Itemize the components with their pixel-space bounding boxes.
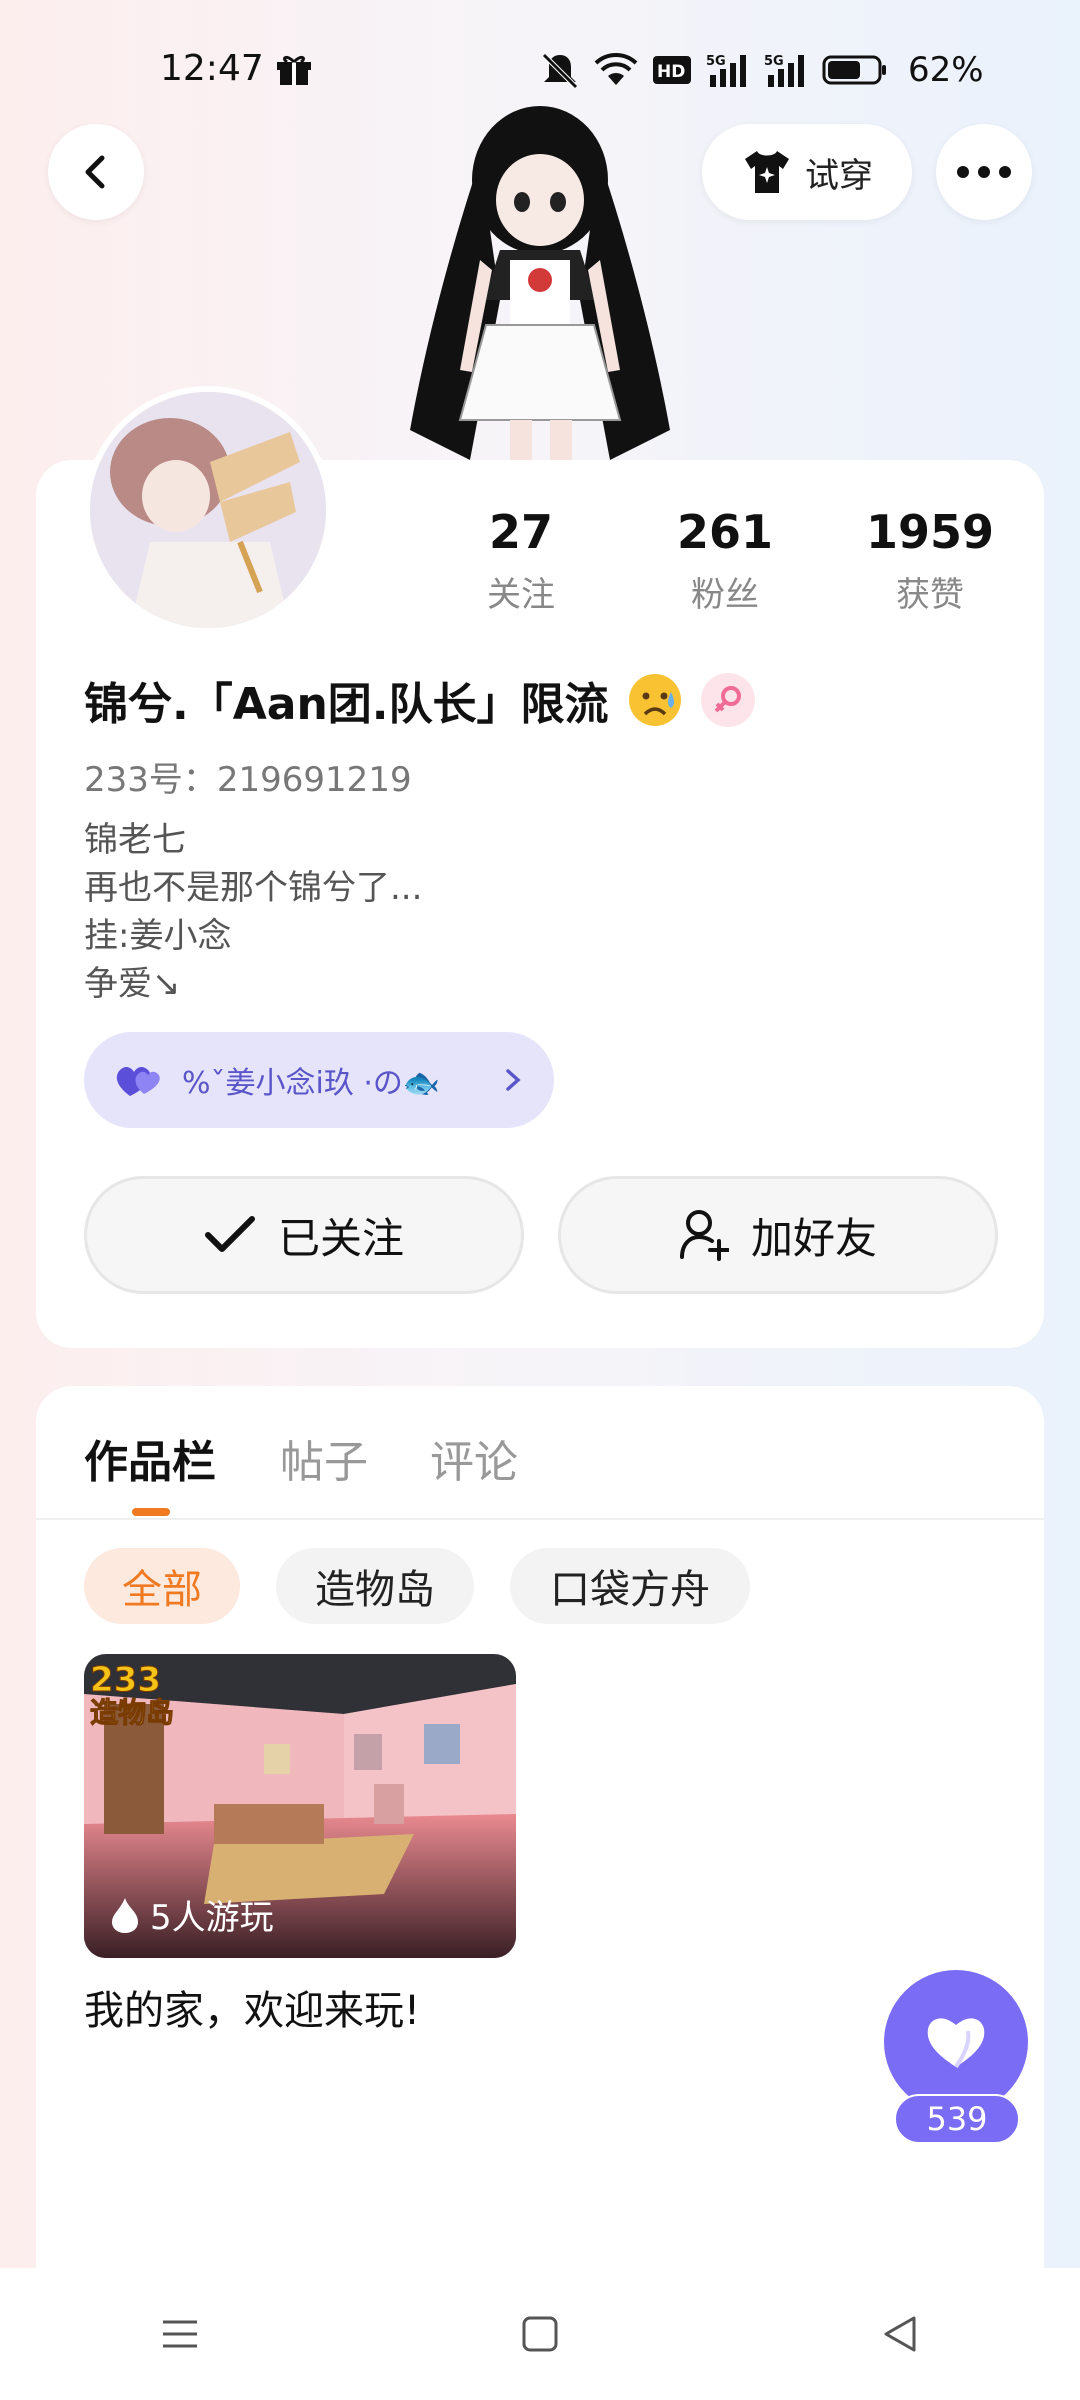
- cp-text: %ˇ姜小念i玖 ·の🐟: [182, 1066, 441, 1101]
- battery-icon: [822, 55, 886, 85]
- game-plays: 5人游玩: [110, 1890, 274, 1939]
- game-badge: 233 造物岛: [90, 1660, 210, 1729]
- game-plays-label: 5人游玩: [150, 1898, 274, 1938]
- more-dots-icon: [957, 166, 1011, 178]
- cp-relationship-pill[interactable]: %ˇ姜小念i玖 ·の🐟: [84, 1032, 554, 1128]
- wifi-icon: [594, 53, 638, 85]
- svg-text:5G: 5G: [706, 54, 726, 69]
- sad-emoji-icon: [628, 674, 681, 726]
- chevron-right-icon: [506, 1069, 521, 1091]
- game-badge-bottom: 造物岛: [90, 1696, 175, 1729]
- bio-line: 再也不是那个锦兮了...: [84, 868, 423, 908]
- bio-line: 锦老七: [84, 820, 186, 860]
- filter-chip-island[interactable]: 造物岛: [276, 1548, 474, 1624]
- game-title[interactable]: 我的家，欢迎来玩!: [84, 1978, 420, 2036]
- heart-icon: [927, 2018, 985, 2069]
- bio: 锦老七 再也不是那个锦兮了... 挂:姜小念 争爱↘: [84, 816, 422, 1008]
- avatar[interactable]: [84, 386, 332, 634]
- stat-fans[interactable]: 261 粉丝: [640, 505, 810, 616]
- stat-label: 粉丝: [691, 575, 759, 615]
- signal-5g-icon: 5G: [764, 54, 804, 87]
- checkmark-icon: [204, 1216, 255, 1252]
- game-badge-top: 233: [90, 1660, 162, 1700]
- system-icons: HD 5G 5G 62%: [540, 50, 984, 90]
- system-nav-bar: [0, 2268, 1080, 2400]
- gift-icon: [277, 55, 311, 85]
- add-friend-label: 加好友: [750, 1213, 877, 1263]
- like-button[interactable]: [884, 1970, 1028, 2114]
- stat-label: 获赞: [896, 575, 964, 615]
- more-options-button[interactable]: [936, 124, 1032, 220]
- shirt-icon: [745, 151, 789, 193]
- stat-label: 关注: [487, 575, 555, 615]
- try-on-label: 试穿: [805, 155, 873, 196]
- back-triangle-icon[interactable]: [880, 2314, 920, 2354]
- followed-button[interactable]: 已关注: [84, 1176, 524, 1294]
- username-row: 锦兮.「Aan团.队长」限流: [84, 668, 755, 732]
- bio-line: 争爱↘: [84, 964, 181, 1004]
- stat-value: 1959: [865, 505, 995, 559]
- hd-icon: HD: [653, 56, 691, 84]
- fire-icon: [112, 1897, 138, 1933]
- stat-value: 261: [676, 505, 774, 559]
- user-id[interactable]: 233号：219691219: [84, 752, 412, 801]
- back-arrow-icon: [85, 155, 105, 189]
- username: 锦兮.「Aan团.队长」限流: [84, 679, 609, 730]
- tab-posts[interactable]: 帖子: [280, 1426, 368, 1490]
- double-heart-icon: [116, 1066, 160, 1096]
- followed-label: 已关注: [277, 1213, 404, 1263]
- status-time: 12:47: [160, 48, 264, 89]
- menu-icon[interactable]: [160, 2314, 200, 2354]
- filter-chip-all[interactable]: 全部: [84, 1548, 240, 1624]
- like-count: 539: [894, 2094, 1020, 2144]
- female-gender-icon: [700, 673, 755, 727]
- tab-comments[interactable]: 评论: [430, 1426, 518, 1490]
- divider: [36, 1518, 1044, 1520]
- tab-works[interactable]: 作品栏: [84, 1426, 216, 1490]
- battery-percentage: 62%: [908, 50, 984, 90]
- filter-chip-ark[interactable]: 口袋方舟: [510, 1548, 750, 1624]
- mute-icon: [542, 53, 578, 89]
- svg-text:5G: 5G: [764, 54, 784, 69]
- try-on-button[interactable]: 试穿: [702, 124, 912, 220]
- back-button[interactable]: [48, 124, 144, 220]
- stat-likes[interactable]: 1959 获赞: [845, 505, 1015, 616]
- signal-5g-icon: 5G: [706, 54, 746, 87]
- stat-following[interactable]: 27 关注: [436, 505, 606, 616]
- svg-text:HD: HD: [657, 62, 685, 82]
- tab-indicator: [132, 1508, 170, 1516]
- bio-line: 挂:姜小念: [84, 916, 232, 956]
- stat-value: 27: [488, 505, 553, 559]
- add-friend-icon: [679, 1210, 729, 1261]
- add-friend-button[interactable]: 加好友: [558, 1176, 998, 1294]
- home-icon[interactable]: [520, 2314, 560, 2354]
- character-illustration: [410, 106, 670, 470]
